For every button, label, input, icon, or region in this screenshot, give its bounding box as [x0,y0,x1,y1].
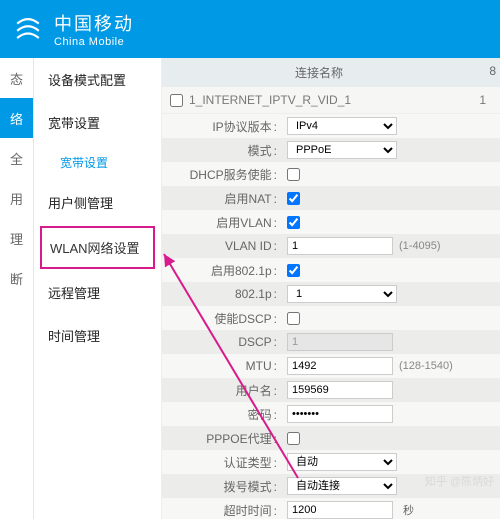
connection-header-right: 8 [476,64,500,81]
checkbox-pppoe-proxy[interactable] [287,432,300,445]
label-dscp-en: 使能DSCP [162,310,287,327]
checkbox-8021p[interactable] [287,264,300,277]
unit-timeout: 秒 [403,502,414,518]
checkbox-dhcp[interactable] [287,168,300,181]
main-panel: 连接名称 8 1_INTERNET_IPTV_R_VID_1 1 IP协议版本I… [162,58,500,519]
checkbox-dscp[interactable] [287,312,300,325]
label-mtu: MTU [162,359,287,373]
nav2-item-0[interactable]: 设备模式配置 [34,58,161,101]
label-nat: 启用NAT [162,190,287,207]
settings-form: IP协议版本IPv4 模式PPPoE DHCP服务使能 启用NAT 启用VLAN… [162,114,500,519]
nav2-item-6[interactable]: 时间管理 [34,314,161,357]
nav2-item-2[interactable]: 宽带设置 [34,144,161,181]
input-timeout[interactable] [287,501,393,519]
hint-vlan-id: (1-4095) [399,240,441,252]
hint-mtu: (128-1540) [399,360,453,372]
nav1-item-1[interactable]: 络 [0,98,33,138]
label-timeout: 超时时间 [162,502,287,519]
nav2-item-1[interactable]: 宽带设置 [34,101,161,144]
input-username[interactable] [287,381,393,399]
connection-row[interactable]: 1_INTERNET_IPTV_R_VID_1 1 [162,87,500,114]
label-auth: 认证类型 [162,454,287,471]
input-dscp [287,333,393,351]
connection-row-right: 1 [479,93,492,107]
logo-icon [10,11,46,47]
nav1-item-5[interactable]: 断 [0,258,33,298]
checkbox-vlan[interactable] [287,216,300,229]
label-dhcp: DHCP服务使能 [162,166,287,183]
brand-cn: 中国移动 [54,10,134,36]
input-mtu[interactable] [287,357,393,375]
nav2-item-4[interactable]: WLAN网络设置 [40,226,155,269]
nav1-item-4[interactable]: 理 [0,218,33,258]
label-8021p: 802.1p [162,287,287,301]
checkbox-nat[interactable] [287,192,300,205]
connection-row-name: 1_INTERNET_IPTV_R_VID_1 [189,93,351,107]
primary-nav: 态络全用理断 [0,58,34,519]
connection-header-name: 连接名称 [162,64,476,81]
app-header: 中国移动 China Mobile [0,0,500,58]
nav1-item-3[interactable]: 用 [0,178,33,218]
nav2-item-3[interactable]: 用户侧管理 [34,181,161,224]
nav1-item-0[interactable]: 态 [0,58,33,98]
label-mode: 模式 [162,142,287,159]
select-ip-version[interactable]: IPv4 [287,117,397,135]
label-user: 用户名 [162,382,287,399]
label-dial: 拨号模式 [162,478,287,495]
label-pass: 密码 [162,406,287,423]
label-dscp: DSCP [162,335,287,349]
nav1-item-2[interactable]: 全 [0,138,33,178]
connection-header: 连接名称 8 [162,58,500,87]
label-ip-version: IP协议版本 [162,118,287,135]
nav2-item-5[interactable]: 远程管理 [34,271,161,314]
secondary-nav: 设备模式配置宽带设置宽带设置用户侧管理WLAN网络设置远程管理时间管理 [34,58,162,519]
select-dial[interactable]: 自动连接 [287,477,397,495]
select-auth[interactable]: 自动 [287,453,397,471]
label-8021p-en: 启用802.1p [162,262,287,279]
select-mode[interactable]: PPPoE [287,141,397,159]
label-vlan-id: VLAN ID [162,239,287,253]
connection-row-checkbox[interactable] [170,94,183,107]
input-vlan-id[interactable] [287,237,393,255]
select-8021p[interactable]: 1 [287,285,397,303]
input-password[interactable] [287,405,393,423]
label-pppoe-proxy: PPPOE代理 [162,430,287,447]
brand-en: China Mobile [54,36,134,48]
label-vlan: 启用VLAN [162,214,287,231]
